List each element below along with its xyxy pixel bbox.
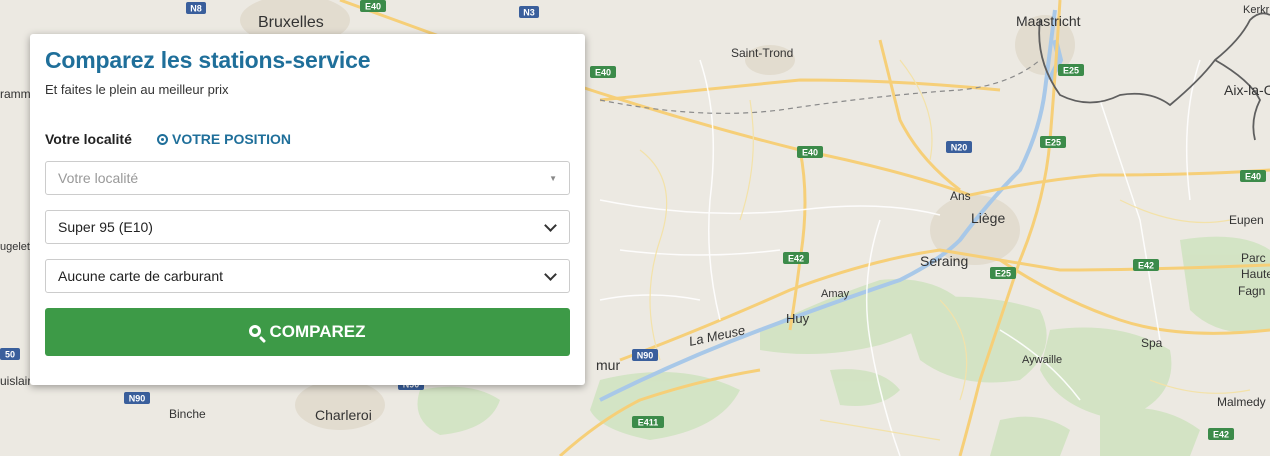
- map-place-label: Saint-Trond: [731, 46, 793, 60]
- svg-text:N20: N20: [951, 143, 968, 153]
- fuel-type-value: Super 95 (E10): [58, 219, 153, 235]
- map-place-label: Bruxelles: [258, 14, 324, 31]
- map-place-label: Aywaille: [1022, 354, 1062, 366]
- target-icon: [157, 133, 168, 145]
- use-my-position-link[interactable]: VOTRE POSITION: [157, 131, 291, 147]
- svg-text:E40: E40: [802, 148, 818, 158]
- map-place-label: Binche: [169, 407, 206, 421]
- svg-text:N8: N8: [190, 4, 202, 14]
- svg-text:E42: E42: [1213, 430, 1229, 440]
- svg-text:50: 50: [5, 350, 15, 360]
- svg-text:E42: E42: [788, 254, 804, 264]
- map-place-label: La Meuse: [688, 322, 747, 349]
- svg-text:N90: N90: [637, 351, 654, 361]
- road-shield: E25: [1040, 136, 1066, 148]
- map-place-label: ramm: [0, 87, 31, 101]
- map-place-label: Aix-la-C: [1224, 82, 1270, 98]
- compare-button-label: COMPAREZ: [269, 322, 366, 341]
- map-place-label: Amay: [821, 288, 850, 300]
- map-place-label: Malmedy: [1217, 395, 1266, 409]
- svg-text:E40: E40: [595, 68, 611, 78]
- road-shield: E411: [632, 416, 664, 428]
- road-shield: N90: [632, 349, 658, 361]
- road-shield: N3: [519, 6, 539, 18]
- road-shield: E42: [783, 252, 809, 264]
- svg-text:E25: E25: [995, 269, 1011, 279]
- dropdown-caret-icon: ▼: [549, 173, 557, 183]
- chevron-down-icon: [544, 218, 557, 232]
- map-place-label: mur: [596, 357, 620, 373]
- map-place-label: Ans: [950, 189, 971, 203]
- map-place-label: Fagn: [1238, 284, 1265, 298]
- location-input[interactable]: Votre localité ▼: [45, 161, 570, 195]
- map-place-label: Haute: [1241, 267, 1270, 281]
- road-shield: E42: [1133, 259, 1159, 271]
- svg-text:N90: N90: [129, 394, 146, 404]
- map-place-label: Liège: [971, 210, 1005, 226]
- fuel-type-select[interactable]: Super 95 (E10): [45, 210, 570, 244]
- svg-text:N3: N3: [523, 8, 535, 18]
- road-shield: E25: [990, 267, 1016, 279]
- road-shield: E42: [1208, 428, 1234, 440]
- road-shield: E40: [1240, 170, 1266, 182]
- fuel-card-value: Aucune carte de carburant: [58, 268, 223, 284]
- svg-text:E42: E42: [1138, 261, 1154, 271]
- location-placeholder: Votre localité: [58, 170, 139, 186]
- fuel-card-select[interactable]: Aucune carte de carburant: [45, 259, 570, 293]
- chevron-down-icon: [544, 267, 557, 281]
- svg-text:E25: E25: [1063, 66, 1079, 76]
- road-shield: N90: [124, 392, 150, 404]
- road-shield: 50: [0, 348, 20, 360]
- svg-text:E40: E40: [365, 2, 381, 12]
- road-shield: N20: [946, 141, 972, 153]
- map-place-label: Maastricht: [1016, 13, 1081, 29]
- road-shield: E40: [590, 66, 616, 78]
- svg-text:E25: E25: [1045, 138, 1061, 148]
- comparison-form-panel: Comparez les stations-service Et faites …: [30, 34, 585, 385]
- road-shield: E40: [360, 0, 386, 12]
- search-icon: [249, 324, 262, 337]
- page-title: Comparez les stations-service: [45, 47, 371, 73]
- map-place-label: Seraing: [920, 253, 968, 269]
- map-place-label: ugelet: [0, 241, 30, 253]
- map-place-label: Parc: [1241, 251, 1266, 265]
- map-place-label: Charleroi: [315, 407, 372, 423]
- map-place-label: uislair: [0, 374, 31, 388]
- map-place-label: Kerkr: [1243, 4, 1270, 16]
- road-shield: E25: [1058, 64, 1084, 76]
- compare-button[interactable]: COMPAREZ: [45, 308, 570, 356]
- map-place-label: Eupen: [1229, 213, 1264, 227]
- map-place-label: Huy: [786, 311, 810, 326]
- road-shield: N8: [186, 2, 206, 14]
- subtitle: Et faites le plein au meilleur prix: [45, 82, 229, 97]
- position-link-label: VOTRE POSITION: [172, 131, 292, 147]
- location-label: Votre localité: [45, 131, 132, 147]
- svg-text:E411: E411: [638, 418, 659, 428]
- svg-text:E40: E40: [1245, 172, 1261, 182]
- map-place-label: Spa: [1141, 336, 1163, 350]
- road-shield: E40: [797, 146, 823, 158]
